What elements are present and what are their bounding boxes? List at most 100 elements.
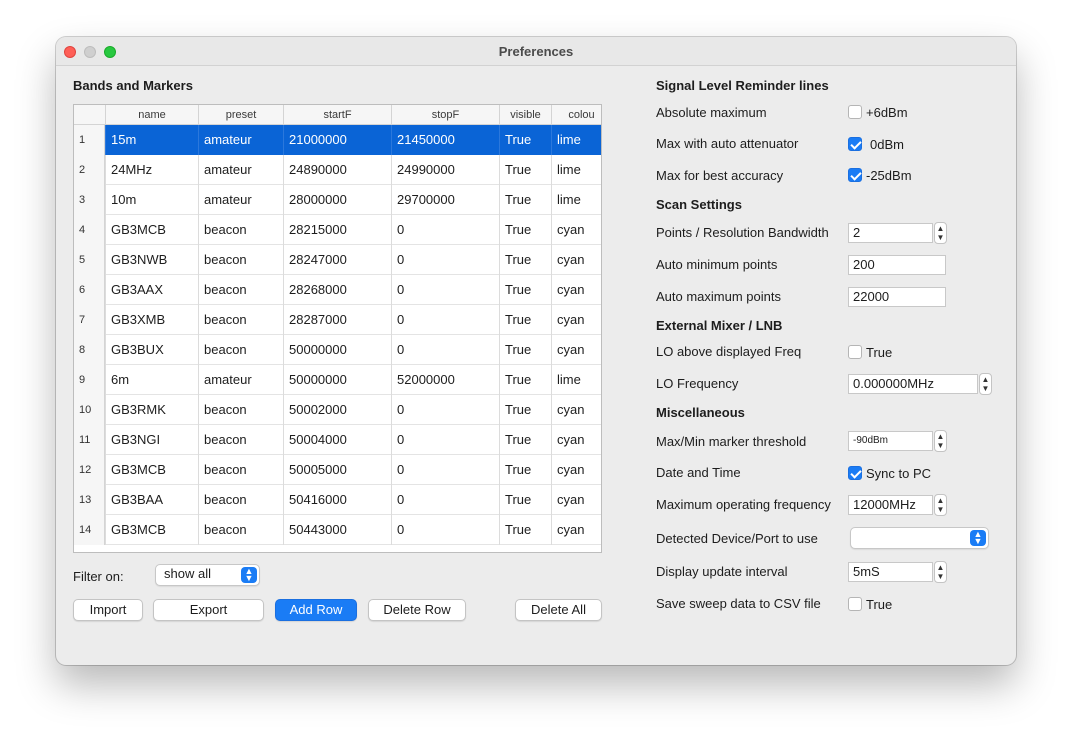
cell-name[interactable]: 15m	[105, 125, 198, 155]
cell-colour[interactable]: cyan	[551, 335, 601, 365]
cell-visible[interactable]: True	[499, 305, 551, 335]
cell-stopf[interactable]: 0	[391, 215, 499, 245]
cell-colour[interactable]: cyan	[551, 215, 601, 245]
cell-colour[interactable]: cyan	[551, 455, 601, 485]
sync-to-pc-checkbox[interactable]	[848, 466, 862, 480]
cell-colour[interactable]: lime	[551, 125, 601, 155]
cell-name[interactable]: GB3BUX	[105, 335, 198, 365]
cell-stopf[interactable]: 0	[391, 515, 499, 545]
cell-visible[interactable]: True	[499, 335, 551, 365]
cell-stopf[interactable]: 0	[391, 455, 499, 485]
cell-visible[interactable]: True	[499, 125, 551, 155]
table-row[interactable]: 1 15m amateur 21000000 21450000 True lime	[74, 125, 601, 155]
table-row[interactable]: 6 GB3AAX beacon 28268000 0 True cyan	[74, 275, 601, 305]
cell-stopf[interactable]: 0	[391, 485, 499, 515]
column-header-startf[interactable]: startF	[283, 105, 391, 125]
cell-visible[interactable]: True	[499, 365, 551, 395]
cell-colour[interactable]: lime	[551, 185, 601, 215]
bands-table[interactable]: name preset startF stopF visible colou 1…	[73, 104, 602, 553]
cell-preset[interactable]: amateur	[198, 365, 283, 395]
cell-preset[interactable]: amateur	[198, 185, 283, 215]
cell-visible[interactable]: True	[499, 455, 551, 485]
cell-preset[interactable]: beacon	[198, 215, 283, 245]
cell-preset[interactable]: beacon	[198, 335, 283, 365]
cell-colour[interactable]: cyan	[551, 425, 601, 455]
cell-stopf[interactable]: 52000000	[391, 365, 499, 395]
cell-name[interactable]: GB3RMK	[105, 395, 198, 425]
csv-checkbox[interactable]	[848, 597, 862, 611]
cell-startf[interactable]: 50002000	[283, 395, 391, 425]
cell-startf[interactable]: 21000000	[283, 125, 391, 155]
cell-stopf[interactable]: 24990000	[391, 155, 499, 185]
cell-visible[interactable]: True	[499, 155, 551, 185]
table-row[interactable]: 10 GB3RMK beacon 50002000 0 True cyan	[74, 395, 601, 425]
cell-preset[interactable]: beacon	[198, 395, 283, 425]
cell-startf[interactable]: 50443000	[283, 515, 391, 545]
import-button[interactable]: Import	[73, 599, 143, 621]
cell-colour[interactable]: cyan	[551, 485, 601, 515]
cell-preset[interactable]: beacon	[198, 305, 283, 335]
table-row[interactable]: 14 GB3MCB beacon 50443000 0 True cyan	[74, 515, 601, 545]
points-rbw-stepper[interactable]: ▲ ▼	[934, 222, 947, 244]
cell-visible[interactable]: True	[499, 485, 551, 515]
cell-stopf[interactable]: 0	[391, 335, 499, 365]
auto-max-points-field[interactable]: 22000	[848, 287, 946, 307]
cell-startf[interactable]: 28215000	[283, 215, 391, 245]
cell-stopf[interactable]: 0	[391, 395, 499, 425]
cell-startf[interactable]: 28287000	[283, 305, 391, 335]
table-row[interactable]: 3 10m amateur 28000000 29700000 True lime	[74, 185, 601, 215]
cell-colour[interactable]: cyan	[551, 275, 601, 305]
cell-visible[interactable]: True	[499, 275, 551, 305]
update-interval-stepper[interactable]: ▲ ▼	[934, 561, 947, 583]
table-row[interactable]: 9 6m amateur 50000000 52000000 True lime	[74, 365, 601, 395]
cell-preset[interactable]: beacon	[198, 245, 283, 275]
cell-colour[interactable]: cyan	[551, 395, 601, 425]
cell-startf[interactable]: 50000000	[283, 365, 391, 395]
cell-preset[interactable]: amateur	[198, 155, 283, 185]
cell-name[interactable]: GB3BAA	[105, 485, 198, 515]
cell-stopf[interactable]: 0	[391, 275, 499, 305]
cell-preset[interactable]: beacon	[198, 275, 283, 305]
cell-visible[interactable]: True	[499, 245, 551, 275]
cell-colour[interactable]: cyan	[551, 305, 601, 335]
table-row[interactable]: 2 24MHz amateur 24890000 24990000 True lime	[74, 155, 601, 185]
cell-name[interactable]: GB3MCB	[105, 515, 198, 545]
cell-colour[interactable]: lime	[551, 365, 601, 395]
cell-preset[interactable]: beacon	[198, 455, 283, 485]
cell-name[interactable]: GB3XMB	[105, 305, 198, 335]
cell-startf[interactable]: 24890000	[283, 155, 391, 185]
cell-stopf[interactable]: 0	[391, 305, 499, 335]
absolute-maximum-checkbox[interactable]	[848, 105, 862, 119]
cell-preset[interactable]: amateur	[198, 125, 283, 155]
cell-startf[interactable]: 50005000	[283, 455, 391, 485]
column-header-stopf[interactable]: stopF	[391, 105, 499, 125]
cell-startf[interactable]: 28247000	[283, 245, 391, 275]
marker-threshold-stepper[interactable]: ▲ ▼	[934, 430, 947, 452]
column-header-name[interactable]: name	[105, 105, 198, 125]
filter-select[interactable]: show all ▲ ▼	[155, 564, 260, 586]
cell-name[interactable]: 6m	[105, 365, 198, 395]
points-rbw-field[interactable]: 2	[848, 223, 933, 243]
add-row-button[interactable]: Add Row	[275, 599, 357, 621]
cell-startf[interactable]: 28268000	[283, 275, 391, 305]
table-row[interactable]: 4 GB3MCB beacon 28215000 0 True cyan	[74, 215, 601, 245]
column-header-preset[interactable]: preset	[198, 105, 283, 125]
table-row[interactable]: 12 GB3MCB beacon 50005000 0 True cyan	[74, 455, 601, 485]
cell-colour[interactable]: cyan	[551, 245, 601, 275]
cell-name[interactable]: GB3AAX	[105, 275, 198, 305]
cell-preset[interactable]: beacon	[198, 425, 283, 455]
lo-frequency-stepper[interactable]: ▲ ▼	[979, 373, 992, 395]
lo-frequency-field[interactable]: 0.000000MHz	[848, 374, 978, 394]
cell-name[interactable]: 10m	[105, 185, 198, 215]
cell-visible[interactable]: True	[499, 215, 551, 245]
cell-stopf[interactable]: 21450000	[391, 125, 499, 155]
cell-name[interactable]: 24MHz	[105, 155, 198, 185]
cell-colour[interactable]: cyan	[551, 515, 601, 545]
cell-stopf[interactable]: 0	[391, 425, 499, 455]
table-row[interactable]: 8 GB3BUX beacon 50000000 0 True cyan	[74, 335, 601, 365]
marker-threshold-field[interactable]: -90dBm	[848, 431, 933, 451]
cell-colour[interactable]: lime	[551, 155, 601, 185]
cell-startf[interactable]: 50000000	[283, 335, 391, 365]
max-frequency-stepper[interactable]: ▲ ▼	[934, 494, 947, 516]
cell-startf[interactable]: 28000000	[283, 185, 391, 215]
